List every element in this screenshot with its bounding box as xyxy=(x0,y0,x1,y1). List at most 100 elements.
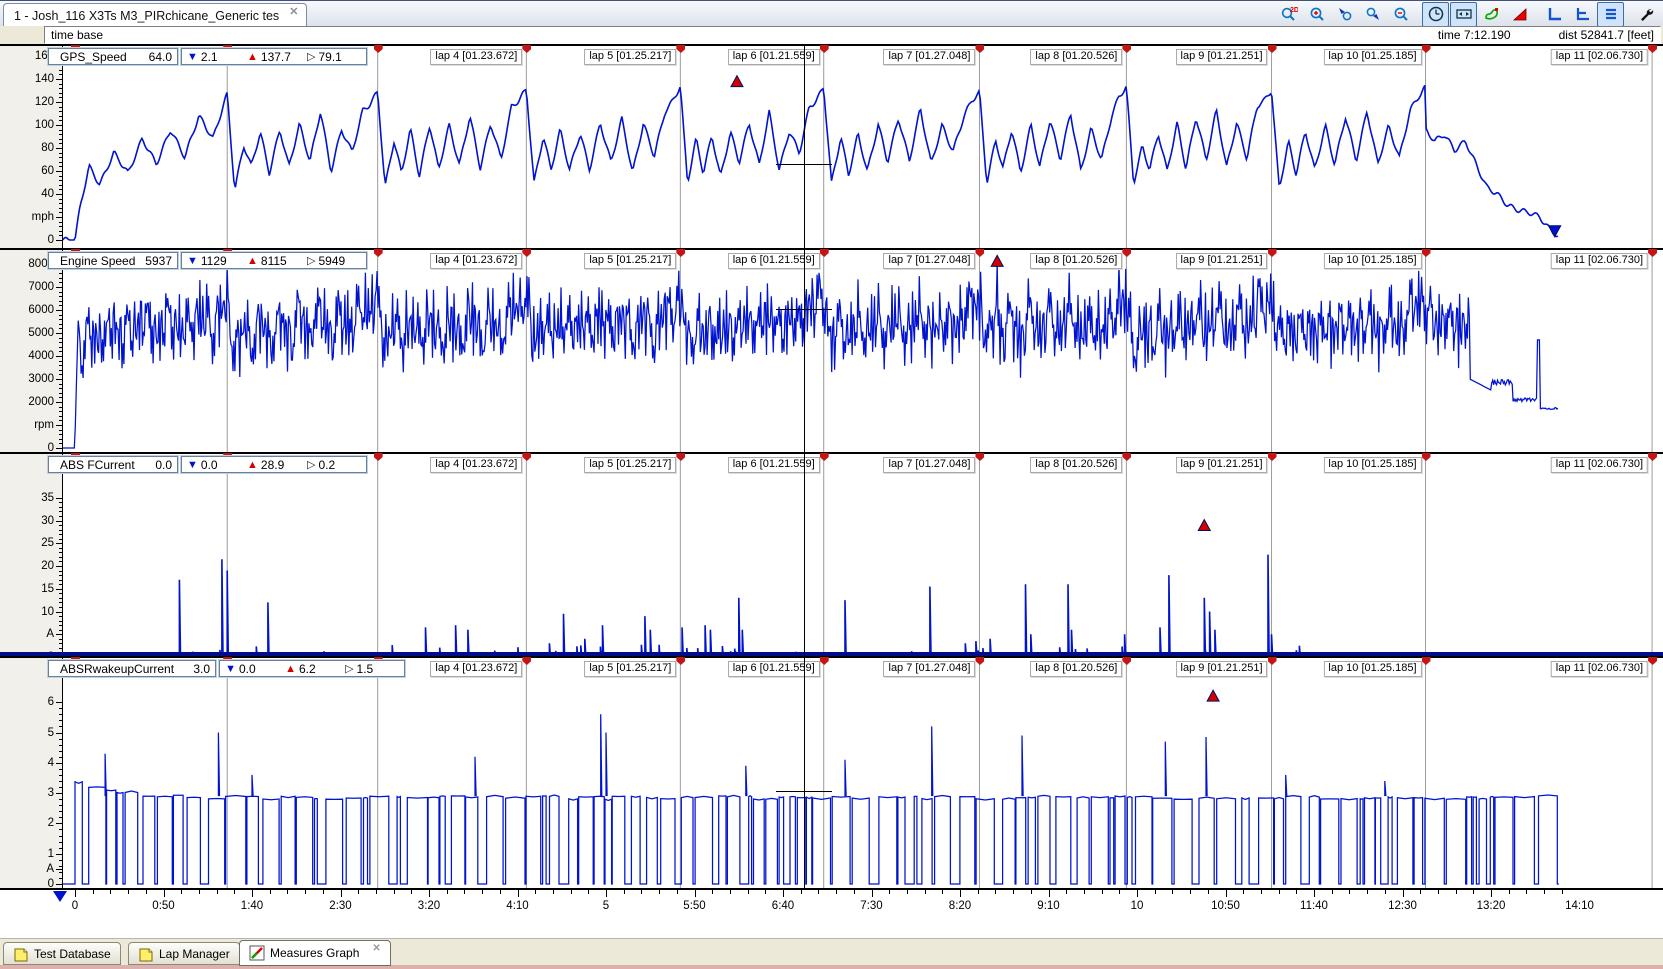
chart-panel-gps_speed: 160140120100806040mph0lap 4 [01.23.672]l… xyxy=(0,44,1663,248)
channel-cursor-value: 0.0 xyxy=(142,458,172,472)
min-stat-value: 0.0 xyxy=(239,662,256,676)
max-value-marker-icon xyxy=(1198,520,1210,531)
y-minor-tick xyxy=(59,726,62,727)
y-minor-tick xyxy=(59,625,62,626)
x-tick-mark xyxy=(411,890,412,894)
y-minor-tick xyxy=(59,185,62,186)
zoom-in-icon[interactable] xyxy=(1303,2,1330,27)
min-stat: ▼0.0 xyxy=(225,662,279,676)
document-tab-title: 1 - Josh_116 X3Ts M3_PIRchicane_Generic … xyxy=(14,9,279,23)
lap-label: lap 9 [01.21.251] xyxy=(1176,661,1268,677)
x-tick-mark xyxy=(270,890,271,894)
y-minor-tick xyxy=(59,305,62,306)
x-tick-mark xyxy=(588,890,589,894)
x-tick-label: 3:20 xyxy=(418,900,440,912)
settings-wrench-icon[interactable] xyxy=(1632,2,1659,27)
zoom-out-icon[interactable] xyxy=(1387,2,1414,27)
x-tick-mark xyxy=(1385,890,1386,894)
document-tab[interactable]: 1 - Josh_116 X3Ts M3_PIRchicane_Generic … xyxy=(3,3,307,27)
zoom-redo-icon[interactable] xyxy=(1359,2,1386,27)
plot-area[interactable] xyxy=(63,658,1663,888)
y-minor-tick xyxy=(59,189,62,190)
axis-single-icon[interactable] xyxy=(1541,2,1568,27)
y-minor-tick xyxy=(59,79,62,80)
y-tick-mark xyxy=(56,869,62,870)
y-minor-tick xyxy=(59,374,62,375)
max-stat: ▲28.9 xyxy=(247,458,301,472)
x-tick-mark xyxy=(75,890,76,897)
zoom-undo-icon[interactable] xyxy=(1331,2,1358,27)
x-tick-mark xyxy=(872,890,873,897)
y-tick-label: 140 xyxy=(35,73,54,85)
y-minor-tick xyxy=(59,552,62,553)
y-minor-tick xyxy=(59,580,62,581)
min-stat: ▼1129 xyxy=(187,254,241,268)
lap-label: lap 4 [01.23.672] xyxy=(430,661,522,677)
chart-panel-absrwakeupcurrent: 654321A0lap 4 [01.23.672]lap 5 [01.25.21… xyxy=(0,656,1663,888)
plot-area[interactable] xyxy=(63,46,1663,248)
y-tick-label: 2 xyxy=(48,817,54,829)
y-minor-tick xyxy=(59,621,62,622)
y-minor-tick xyxy=(59,714,62,715)
x-tick-mark xyxy=(1119,890,1120,894)
y-minor-tick xyxy=(59,407,62,408)
zoom-2d-icon[interactable]: 2D xyxy=(1275,2,1302,27)
channel-legend[interactable]: ABSRwakeupCurrent3.0▼0.0▲6.2▷1.5 xyxy=(48,660,405,677)
y-minor-tick xyxy=(59,402,62,403)
channel-name-box[interactable]: ABS FCurrent0.0 xyxy=(48,456,178,473)
channel-name-box[interactable]: ABSRwakeupCurrent3.0 xyxy=(48,660,216,677)
channel-name-box[interactable]: GPS_Speed64.0 xyxy=(48,48,178,65)
y-axis-2: 353025201510A0 xyxy=(0,454,63,656)
x-tick-label: 14:10 xyxy=(1565,900,1594,912)
y-minor-tick xyxy=(59,866,62,867)
y-tick-label: rpm xyxy=(34,419,54,431)
channel-cursor-value: 3.0 xyxy=(180,662,210,676)
y-tick-label: 80 xyxy=(41,142,54,154)
x-tick-mark xyxy=(1137,890,1138,897)
x-axis-mode-field[interactable]: time base time 7:12.190 dist 52841.7 [fe… xyxy=(44,26,1661,44)
x-tick-label: 4:10 xyxy=(506,900,528,912)
y-minor-tick xyxy=(59,319,62,320)
y-minor-tick xyxy=(59,70,62,71)
time-base-icon[interactable] xyxy=(1422,2,1449,27)
channel-stats-box: ▼1129▲8115▷5949 xyxy=(181,252,367,269)
workspace-tab-bar: Test Database Lap ManagerMeasures Graph✕ xyxy=(0,938,1663,966)
y-minor-tick xyxy=(59,884,62,885)
y-minor-tick xyxy=(59,525,62,526)
stacked-view-icon[interactable] xyxy=(1597,2,1624,27)
y-minor-tick xyxy=(59,817,62,818)
distance-base-icon[interactable] xyxy=(1450,2,1477,27)
y-minor-tick xyxy=(59,643,62,644)
plot-area[interactable] xyxy=(63,250,1663,452)
y-minor-tick xyxy=(59,745,62,746)
y-minor-tick xyxy=(59,557,62,558)
channel-legend[interactable]: ABS FCurrent0.0▼0.0▲28.9▷0.2 xyxy=(48,456,367,473)
channel-name-box[interactable]: Engine Speed5937 xyxy=(48,252,178,269)
y-tick-label: 4000 xyxy=(28,350,54,362)
slope-icon[interactable] xyxy=(1506,2,1533,27)
x-tick-mark xyxy=(1544,890,1545,894)
y-minor-tick xyxy=(59,379,62,380)
workspace-tab-test-database[interactable]: Test Database xyxy=(3,942,121,965)
y-minor-tick xyxy=(59,811,62,812)
y-tick-label: 120 xyxy=(35,96,54,108)
y-minor-tick xyxy=(59,194,62,195)
max-stat-icon: ▲ xyxy=(247,459,258,471)
max-stat-value: 8115 xyxy=(261,254,287,268)
y-tick-mark xyxy=(56,702,62,703)
channel-legend[interactable]: GPS_Speed64.0▼2.1▲137.7▷79.1 xyxy=(48,48,367,65)
y-minor-tick xyxy=(59,602,62,603)
track-map-icon[interactable] xyxy=(1478,2,1505,27)
workspace-tab-close-icon[interactable]: ✕ xyxy=(372,943,380,954)
lap-label: lap 10 [01.25.185] xyxy=(1323,661,1421,677)
y-minor-tick xyxy=(59,338,62,339)
tab-close-icon[interactable]: ✕ xyxy=(289,5,298,18)
workspace-tab-lap-manager[interactable]: Lap Manager xyxy=(128,942,240,965)
workspace-tab-measures-graph[interactable]: Measures Graph✕ xyxy=(239,940,391,966)
lap-label: lap 9 [01.21.251] xyxy=(1176,49,1268,65)
time-cursor[interactable] xyxy=(804,44,805,888)
axis-split-icon[interactable] xyxy=(1569,2,1596,27)
y-minor-tick xyxy=(59,708,62,709)
channel-legend[interactable]: Engine Speed5937▼1129▲8115▷5949 xyxy=(48,252,367,269)
plot-area[interactable] xyxy=(63,454,1663,656)
